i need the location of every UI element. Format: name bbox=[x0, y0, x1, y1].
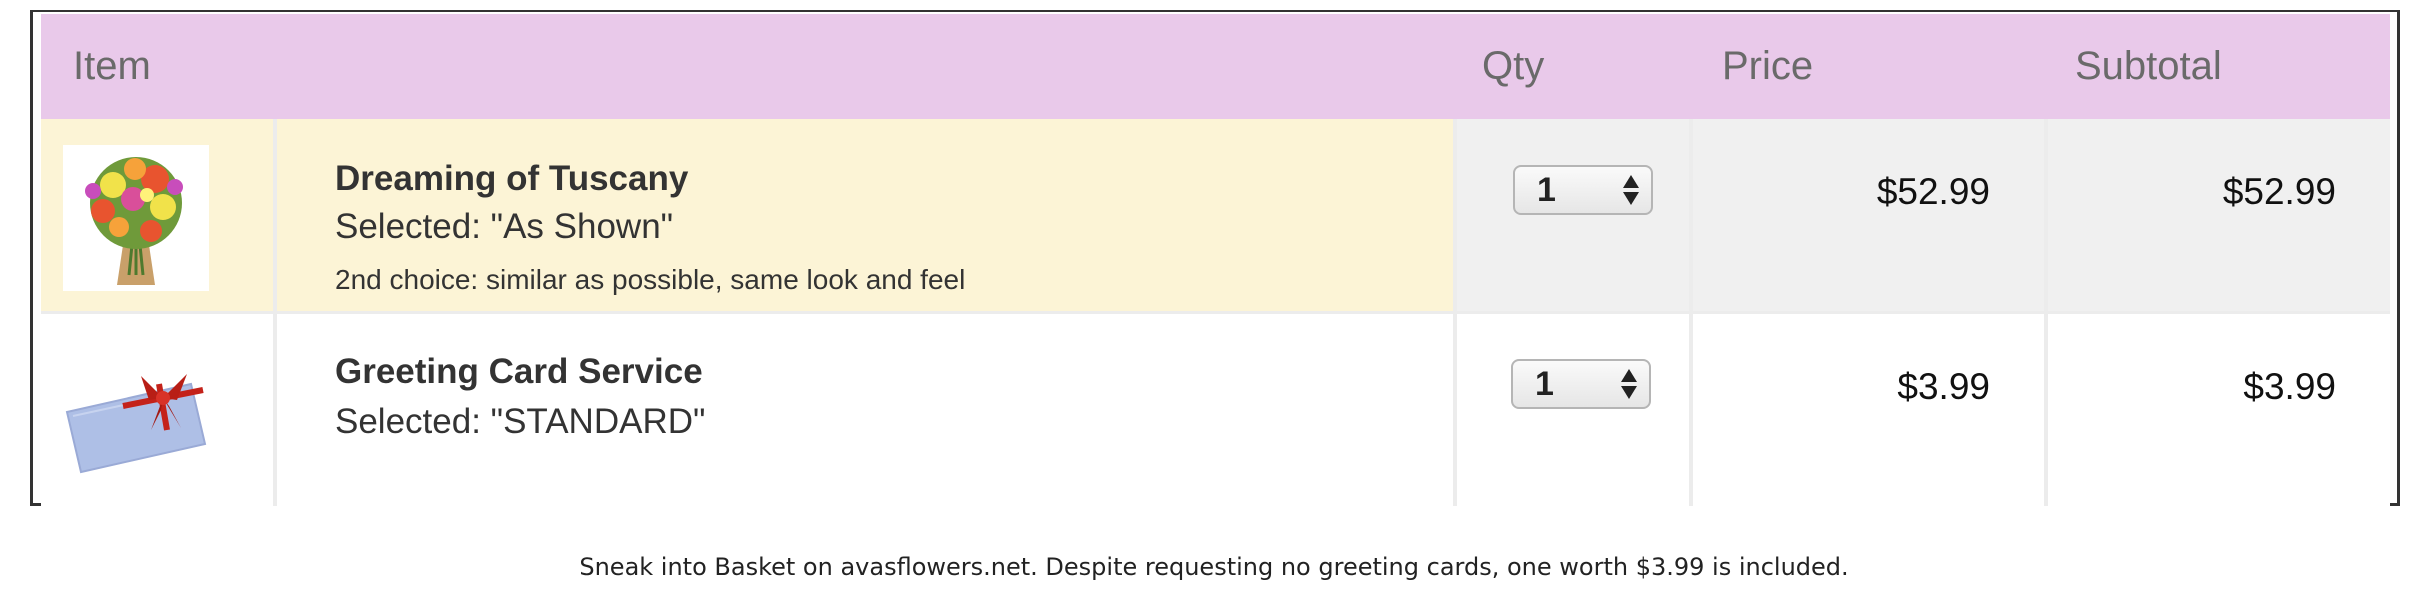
item-description-cell: Dreaming of Tuscany Selected: "As Shown"… bbox=[277, 119, 1453, 311]
item-price: $52.99 bbox=[1876, 171, 1990, 212]
qty-cell: 1 bbox=[1457, 119, 1689, 311]
price-cell: $3.99 bbox=[1693, 314, 2044, 506]
select-arrows-icon bbox=[1619, 367, 1637, 401]
table-header-row: Item Qty Price Subtotal bbox=[41, 14, 2390, 119]
item-subtotal: $52.99 bbox=[2222, 171, 2336, 212]
price-cell: $52.99 bbox=[1693, 119, 2044, 311]
column-divider bbox=[2044, 119, 2048, 506]
quantity-value: 1 bbox=[1537, 171, 1556, 209]
item-second-choice-note: 2nd choice: similar as possible, same lo… bbox=[335, 264, 966, 295]
quantity-select[interactable]: 1 bbox=[1511, 359, 1651, 409]
column-divider bbox=[1689, 119, 1693, 506]
item-selected-option: Selected: "As Shown" bbox=[335, 207, 674, 246]
item-title[interactable]: Dreaming of Tuscany bbox=[335, 159, 688, 199]
table-row: Dreaming of Tuscany Selected: "As Shown"… bbox=[41, 119, 2390, 311]
subtotal-cell: $52.99 bbox=[2048, 119, 2390, 311]
item-subtotal: $3.99 bbox=[2243, 366, 2336, 407]
quantity-value: 1 bbox=[1535, 365, 1554, 403]
header-item: Item bbox=[73, 44, 151, 88]
flower-bouquet-image[interactable] bbox=[63, 145, 209, 291]
header-subtotal: Subtotal bbox=[2075, 44, 2222, 88]
subtotal-cell: $3.99 bbox=[2048, 314, 2390, 506]
item-description-cell: Greeting Card Service Selected: "STANDAR… bbox=[277, 314, 1453, 506]
item-image-cell bbox=[41, 119, 273, 311]
quantity-select[interactable]: 1 bbox=[1513, 165, 1653, 215]
greeting-card-image[interactable] bbox=[63, 340, 209, 486]
item-price: $3.99 bbox=[1897, 366, 1990, 407]
column-divider bbox=[273, 119, 277, 506]
screenshot-caption: Sneak into Basket on avasflowers.net. De… bbox=[579, 553, 1849, 581]
table-row: Greeting Card Service Selected: "STANDAR… bbox=[41, 314, 2390, 506]
shopping-basket-table: Item Qty Price Subtotal Dreaming of Tusc… bbox=[30, 10, 2400, 506]
item-image-cell bbox=[41, 314, 273, 506]
qty-cell: 1 bbox=[1457, 314, 1689, 506]
item-selected-option: Selected: "STANDARD" bbox=[335, 402, 706, 441]
header-price: Price bbox=[1722, 44, 1814, 88]
header-qty: Qty bbox=[1482, 44, 1545, 88]
column-divider bbox=[1453, 119, 1457, 506]
item-title[interactable]: Greeting Card Service bbox=[335, 352, 703, 392]
select-arrows-icon bbox=[1621, 173, 1639, 207]
